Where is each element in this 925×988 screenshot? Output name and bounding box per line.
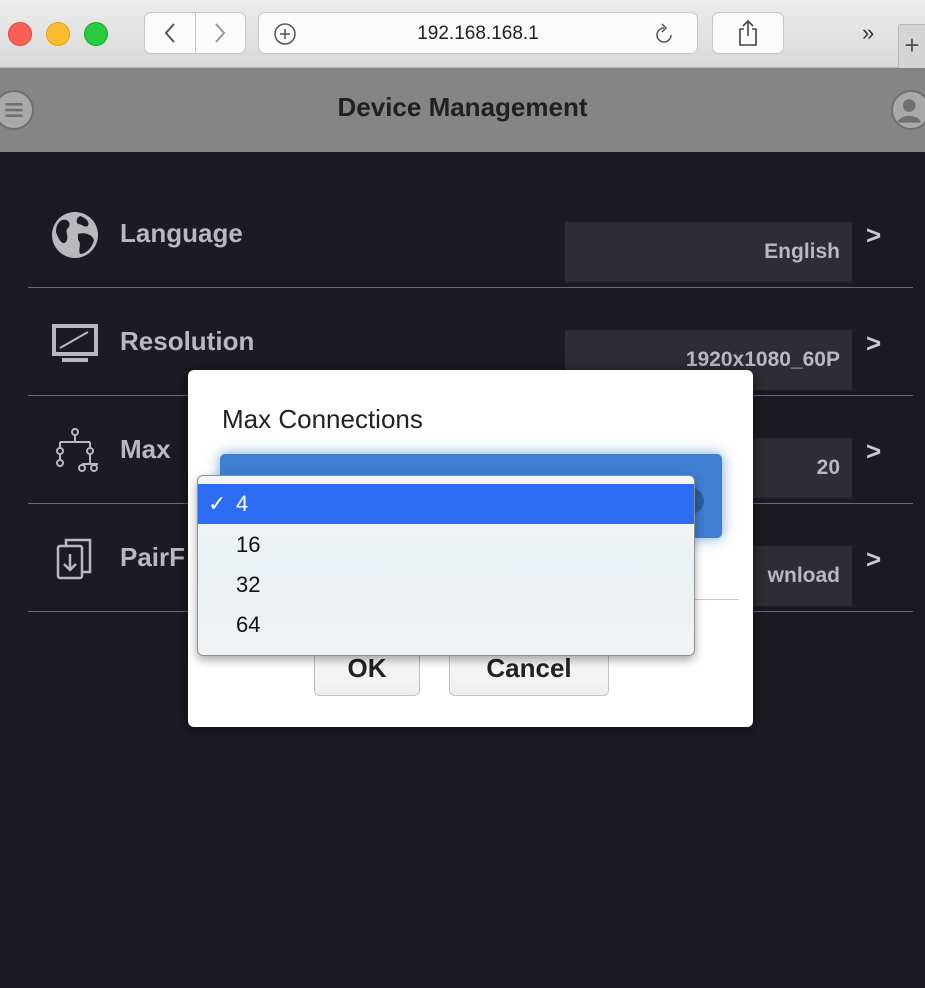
max-connections-dropdown: ✓ 4 16 32 64: [197, 475, 695, 656]
toolbar-overflow-icon[interactable]: »: [862, 20, 874, 46]
chevron-right-icon[interactable]: >: [866, 220, 881, 251]
monitor-icon: [52, 324, 98, 362]
setting-value-box[interactable]: English: [565, 222, 852, 282]
option-label: 4: [236, 491, 249, 516]
zoom-window-button[interactable]: [84, 22, 108, 46]
page-title: Device Management: [337, 92, 588, 122]
setting-label: Resolution: [120, 326, 255, 356]
setting-value: English: [764, 240, 840, 263]
checkmark-icon: ✓: [208, 491, 227, 516]
back-button[interactable]: [145, 13, 195, 53]
forward-button[interactable]: [194, 13, 246, 53]
minimize-window-button[interactable]: [46, 22, 70, 46]
dropdown-option[interactable]: 64: [198, 605, 694, 645]
chevron-left-icon: [164, 23, 175, 43]
setting-value: 20: [816, 456, 840, 479]
share-icon: [739, 19, 757, 46]
setting-row-language[interactable]: Language English >: [28, 180, 913, 288]
setting-label: Max: [120, 434, 171, 464]
network-tree-icon: [56, 428, 98, 472]
setting-label: Language: [120, 218, 243, 248]
avatar-icon: [897, 99, 921, 123]
share-button[interactable]: [712, 12, 784, 54]
setting-label: PairF: [120, 542, 186, 572]
setting-value: 1920x1080_60P: [685, 348, 840, 371]
download-file-icon: [56, 538, 92, 580]
option-label: 32: [236, 572, 261, 597]
option-label: 64: [236, 612, 261, 637]
user-icon[interactable]: [891, 90, 925, 130]
app-header: Device Management: [0, 68, 925, 152]
globe-icon: [52, 212, 98, 258]
chevron-right-icon: [215, 23, 226, 43]
setting-value: wnload: [767, 564, 840, 587]
chevron-right-icon[interactable]: >: [866, 328, 881, 359]
option-label: 16: [236, 532, 261, 557]
url-text[interactable]: 192.168.168.1: [259, 23, 697, 45]
dropdown-option[interactable]: 32: [198, 565, 694, 605]
reload-icon[interactable]: [653, 22, 675, 46]
dialog-title: Max Connections: [222, 404, 423, 434]
chevron-right-icon[interactable]: >: [866, 436, 881, 467]
dropdown-option[interactable]: ✓ 4: [198, 484, 694, 524]
browser-toolbar: 192.168.168.1 » +: [0, 0, 925, 68]
address-bar[interactable]: 192.168.168.1: [258, 12, 698, 54]
history-nav: [144, 12, 246, 54]
chevron-right-icon[interactable]: >: [866, 544, 881, 575]
new-tab-button[interactable]: +: [898, 24, 925, 68]
close-window-button[interactable]: [8, 22, 32, 46]
dropdown-option[interactable]: 16: [198, 525, 694, 565]
